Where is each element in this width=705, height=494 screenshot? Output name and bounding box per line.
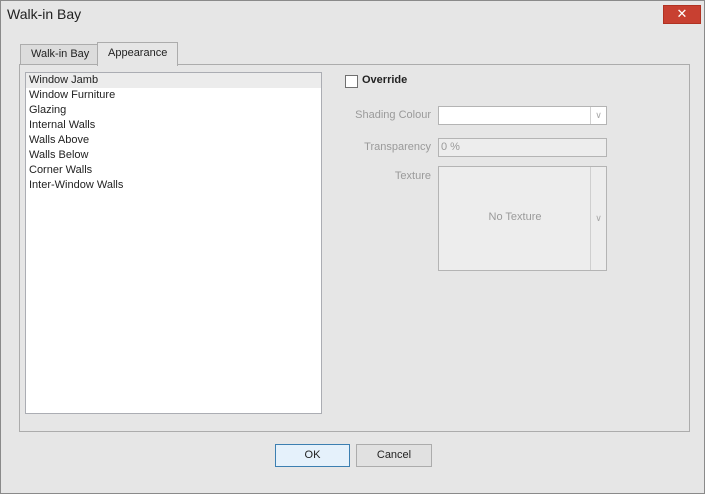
- list-item-walls-above[interactable]: Walls Above: [26, 133, 321, 148]
- list-item-inter-window-walls[interactable]: Inter-Window Walls: [26, 178, 321, 193]
- title-bar[interactable]: Walk-in Bay ✕: [1, 1, 704, 27]
- chevron-down-icon[interactable]: ∨: [590, 167, 606, 270]
- texture-value: No Texture: [488, 211, 542, 223]
- texture-selector[interactable]: No Texture ∨: [438, 166, 607, 271]
- appearance-panel: Window Jamb Window Furniture Glazing Int…: [19, 64, 690, 432]
- cancel-button[interactable]: Cancel: [356, 444, 432, 467]
- list-item-glazing[interactable]: Glazing: [26, 103, 321, 118]
- list-item-window-furniture[interactable]: Window Furniture: [26, 88, 321, 103]
- list-item-corner-walls[interactable]: Corner Walls: [26, 163, 321, 178]
- dialog-window: Walk-in Bay ✕ Walk-in Bay Appearance Win…: [0, 0, 705, 494]
- close-icon: ✕: [676, 6, 688, 21]
- tab-appearance[interactable]: Appearance: [97, 42, 179, 66]
- list-item-internal-walls[interactable]: Internal Walls: [26, 118, 321, 133]
- surface-list[interactable]: Window Jamb Window Furniture Glazing Int…: [25, 72, 322, 414]
- shading-colour-label: Shading Colour: [355, 109, 431, 121]
- ok-button[interactable]: OK: [275, 444, 350, 467]
- shading-colour-dropdown[interactable]: ∨: [438, 106, 607, 125]
- tab-walk-in-bay[interactable]: Walk-in Bay: [20, 44, 101, 64]
- list-item-walls-below[interactable]: Walls Below: [26, 148, 321, 163]
- texture-label: Texture: [394, 170, 431, 182]
- override-label: Override: [362, 74, 408, 86]
- window-title: Walk-in Bay: [7, 6, 82, 22]
- close-button[interactable]: ✕: [663, 5, 701, 24]
- transparency-label: Transparency: [364, 141, 431, 153]
- transparency-field[interactable]: 0 %: [438, 138, 607, 157]
- list-item-window-jamb[interactable]: Window Jamb: [26, 73, 321, 88]
- chevron-down-icon[interactable]: ∨: [590, 107, 606, 124]
- override-checkbox[interactable]: [345, 75, 358, 88]
